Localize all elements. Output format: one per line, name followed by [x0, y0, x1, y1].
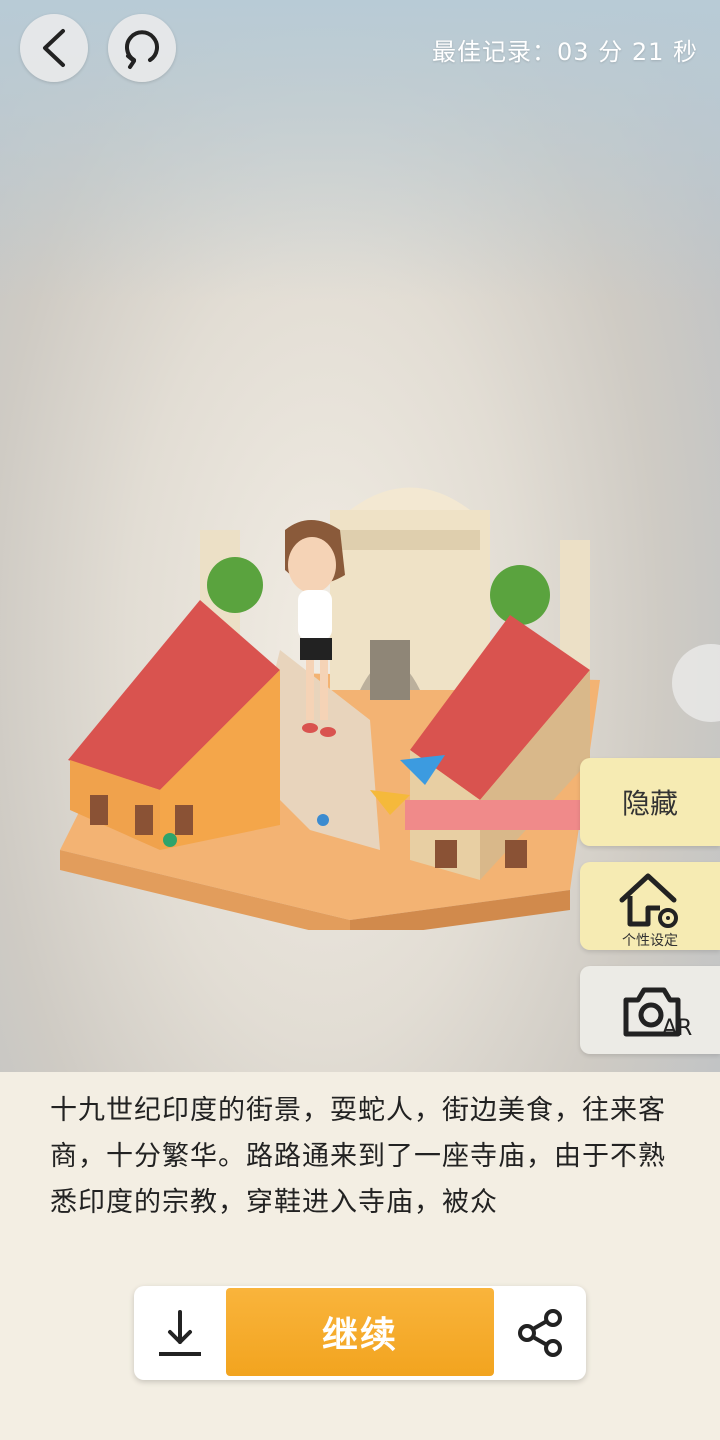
- hide-button[interactable]: 隐藏: [580, 758, 720, 846]
- customize-label: 个性设定: [622, 933, 678, 949]
- ar-camera-button[interactable]: AR: [580, 966, 720, 1054]
- share-icon: [518, 1309, 562, 1357]
- download-icon: [159, 1310, 201, 1356]
- best-record-text: 最佳记录：03 分 21 秒: [432, 38, 698, 66]
- back-button[interactable]: [20, 14, 88, 82]
- action-bar: 继续: [134, 1286, 586, 1380]
- ar-label: AR: [662, 1016, 693, 1041]
- house-gear-icon: [619, 873, 678, 928]
- refresh-icon: [125, 30, 159, 69]
- edge-menu-circle[interactable]: [672, 644, 720, 722]
- restart-button[interactable]: [108, 14, 176, 82]
- download-button[interactable]: [134, 1286, 226, 1380]
- chevron-left-icon: [43, 29, 65, 67]
- story-text: 十九世纪印度的街景，耍蛇人，街边美食，往来客商，十分繁华。路路通来到了一座寺庙，…: [50, 1095, 666, 1218]
- india-street-diorama: [60, 487, 600, 930]
- game-screen: 最佳记录：03 分 21 秒 隐藏 个性设定 AR 十九世纪印度的街景，耍蛇人，…: [0, 0, 720, 1440]
- continue-button[interactable]: 继续: [226, 1288, 494, 1376]
- share-button[interactable]: [494, 1286, 586, 1380]
- customize-button[interactable]: 个性设定: [580, 862, 720, 950]
